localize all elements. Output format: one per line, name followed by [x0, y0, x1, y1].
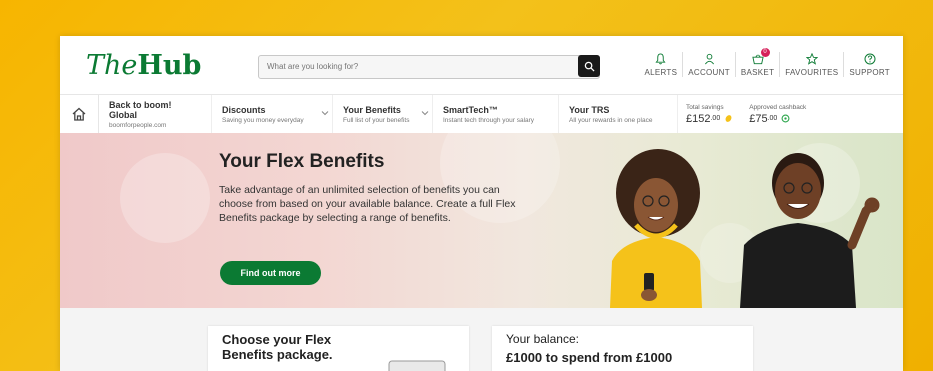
balance-label: Your balance:: [506, 332, 579, 346]
nav-item-your-trs[interactable]: Your TRS All your rewards in one place: [559, 95, 678, 133]
chevron-down-icon: [321, 111, 329, 116]
account-link[interactable]: ACCOUNT: [682, 52, 735, 77]
nav-item-title: Discounts: [222, 104, 266, 115]
search-box: [258, 55, 600, 79]
support-link[interactable]: SUPPORT: [843, 52, 895, 77]
cashback-whole: £75: [749, 112, 768, 125]
nav-item-subtitle: All your rewards in one place: [569, 116, 653, 124]
account-label: ACCOUNT: [688, 68, 730, 77]
search-button[interactable]: [578, 55, 600, 77]
hero-description: Take advantage of an unlimited selection…: [219, 184, 516, 224]
star-icon: [805, 52, 819, 66]
cashback-icon: [781, 114, 790, 123]
favourites-link[interactable]: FAVOURITES: [779, 52, 843, 77]
nav-item-title: Your Benefits: [343, 104, 401, 115]
bell-icon: [654, 52, 668, 66]
flex-package-card[interactable]: Choose your Flex Benefits package.: [208, 326, 469, 371]
nav-item-smarttech[interactable]: SmartTech™ Instant tech through your sal…: [433, 95, 559, 133]
favourites-label: FAVOURITES: [785, 68, 839, 77]
nav-item-boom-global[interactable]: Back to boom! Global boomforpeople.com: [99, 95, 212, 133]
support-label: SUPPORT: [849, 68, 890, 77]
basket-label: BASKET: [740, 68, 775, 77]
search-icon: [584, 61, 595, 72]
total-savings-value: £152.00: [686, 113, 733, 125]
nav-item-your-benefits[interactable]: Your Benefits Full list of your benefits: [333, 95, 433, 133]
home-button[interactable]: [60, 95, 99, 133]
nav-item-discounts[interactable]: Discounts Saving you money everyday: [212, 95, 333, 133]
coin-icon: [725, 115, 732, 122]
home-icon: [72, 107, 86, 121]
site-logo[interactable]: TheHub: [86, 50, 201, 81]
user-icon: [702, 52, 716, 66]
nav-item-subtitle: Full list of your benefits: [343, 116, 410, 124]
total-savings-whole: £152: [686, 112, 711, 125]
search-input[interactable]: [259, 56, 567, 77]
nav-item-subtitle: Saving you money everyday: [222, 116, 304, 124]
main-nav: Back to boom! Global boomforpeople.com D…: [60, 94, 903, 134]
nav-item-subtitle: Instant tech through your salary: [443, 116, 535, 124]
alerts-label: ALERTS: [644, 68, 678, 77]
content-area: Choose your Flex Benefits package. Your …: [60, 308, 903, 371]
top-header: TheHub ALERTS ACCOUNT: [60, 36, 903, 94]
basket-link[interactable]: 0 BASKET: [734, 48, 779, 77]
account-links: ALERTS ACCOUNT 0 BASKET FAVOURITES SUPPO…: [639, 48, 895, 77]
balance-card: Your balance: £1000 to spend from £1000: [492, 326, 753, 371]
logo-the: The: [86, 50, 138, 81]
browser-page: TheHub ALERTS ACCOUNT: [60, 36, 903, 371]
bokeh-light: [120, 153, 210, 243]
approved-cashback: Approved cashback £75.00: [741, 95, 814, 133]
cashback-label: Approved cashback: [749, 103, 807, 111]
cashback-value: £75.00: [749, 113, 806, 125]
basket-badge: 0: [760, 48, 770, 57]
total-savings: Total savings £152.00: [678, 95, 741, 133]
total-savings-decimal: .00: [710, 115, 721, 122]
nav-item-title: SmartTech™: [443, 104, 498, 115]
hero-title: Your Flex Benefits: [219, 151, 385, 172]
basket-icon: 0: [751, 48, 770, 66]
nav-item-title: Back to boom! Global: [109, 99, 172, 120]
cashback-decimal: .00: [767, 115, 778, 122]
total-savings-label: Total savings: [686, 103, 724, 111]
balance-value: £1000 to spend from £1000: [506, 350, 673, 365]
package-illustration: [388, 360, 446, 371]
help-icon: [863, 52, 877, 66]
chevron-down-icon: [421, 111, 429, 116]
nav-item-subtitle: boomforpeople.com: [109, 121, 167, 129]
alerts-link[interactable]: ALERTS: [639, 52, 682, 77]
flex-package-title: Choose your Flex Benefits package.: [222, 332, 333, 362]
hero-banner: Your Flex Benefits Take advantage of an …: [60, 133, 903, 308]
find-out-more-button[interactable]: Find out more: [220, 261, 321, 285]
logo-hub: Hub: [137, 50, 202, 81]
nav-item-title: Your TRS: [569, 104, 610, 115]
hero-people-illustration: [610, 149, 880, 308]
